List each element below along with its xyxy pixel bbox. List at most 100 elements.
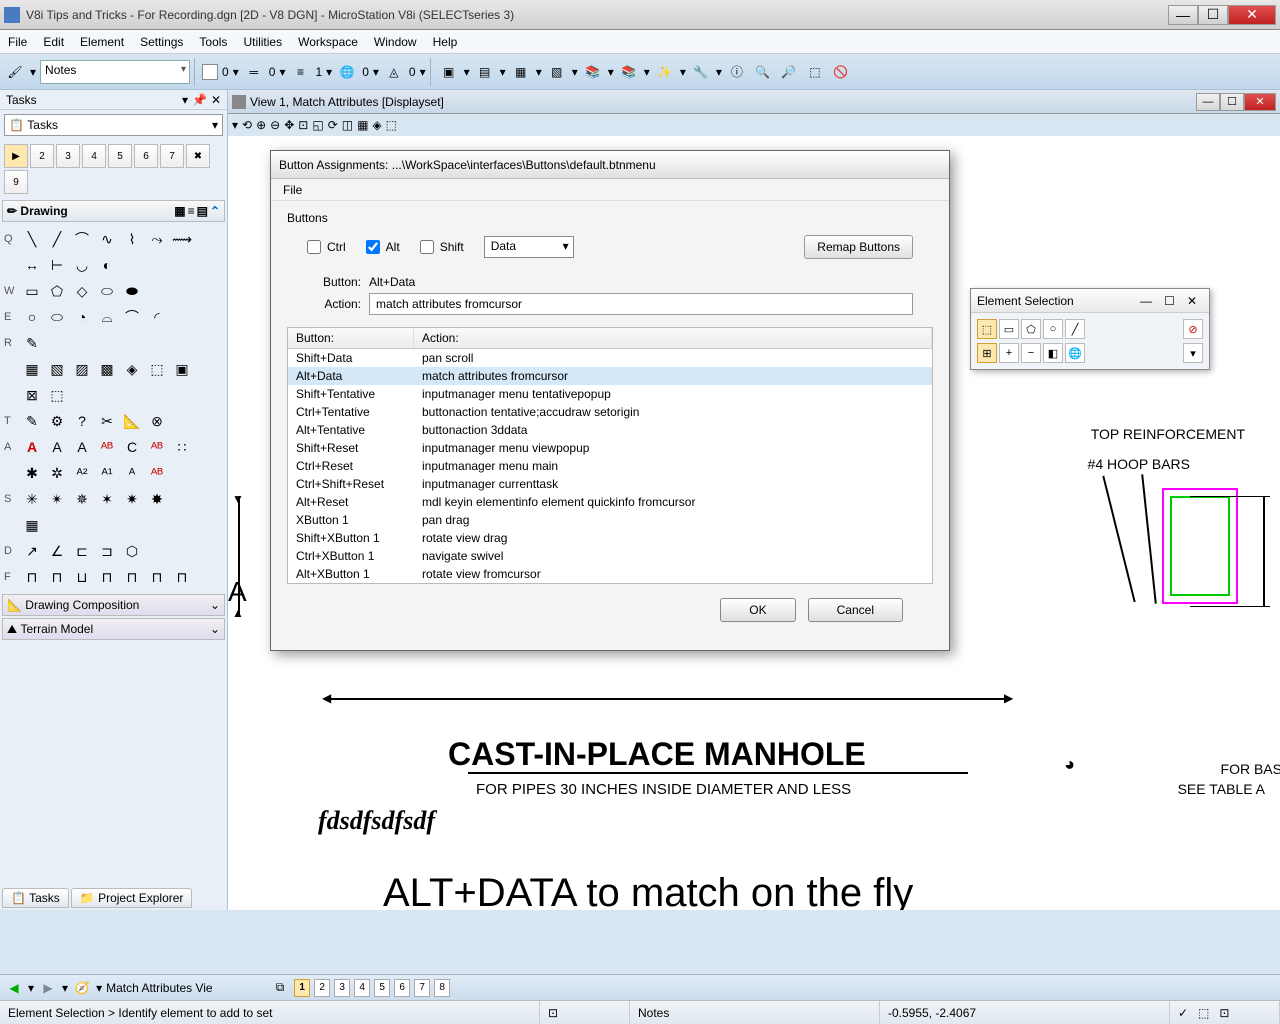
es-sub[interactable]: − xyxy=(1021,343,1041,363)
tb-icon-7[interactable]: ✨ xyxy=(654,61,676,83)
nav-back[interactable]: ◀ xyxy=(4,978,24,998)
minimize-button[interactable]: — xyxy=(1168,5,1198,25)
tasks-menu-icon[interactable]: ▾ xyxy=(182,93,188,107)
tool-4[interactable]: 4 xyxy=(82,144,106,168)
col-header-action[interactable]: Action: xyxy=(414,328,932,348)
es-block[interactable]: ▭ xyxy=(999,319,1019,339)
level-dropdown[interactable]: Notes xyxy=(40,60,190,84)
assignment-row[interactable]: Shift+Tentativeinputmanager menu tentati… xyxy=(288,385,932,403)
close-button[interactable]: ✕ xyxy=(1228,5,1276,25)
color-swatch[interactable] xyxy=(202,64,218,80)
info-icon[interactable]: ⓘ xyxy=(726,61,748,83)
tool-3[interactable]: 3 xyxy=(56,144,80,168)
tool-7[interactable]: 7 xyxy=(160,144,184,168)
cancel-icon[interactable]: 🚫 xyxy=(830,61,852,83)
menu-settings[interactable]: Settings xyxy=(140,35,183,49)
tb-icon-11[interactable]: ⬚ xyxy=(804,61,826,83)
col-header-button[interactable]: Button: xyxy=(288,328,414,348)
tb-icon-6[interactable]: 📚 xyxy=(618,61,640,83)
tool-combo[interactable]: Match Attributes Vie xyxy=(106,981,246,995)
assignment-row[interactable]: Shift+XButton 1rotate view drag xyxy=(288,529,932,547)
assignment-row[interactable]: Shift+Resetinputmanager menu viewpopup xyxy=(288,439,932,457)
nav-fwd[interactable]: ▶ xyxy=(38,978,58,998)
assignment-row[interactable]: XButton 1pan drag xyxy=(288,511,932,529)
dialog-menu-file[interactable]: File xyxy=(283,183,302,197)
es-new[interactable]: ⊞ xyxy=(977,343,997,363)
view-5[interactable]: 5 xyxy=(374,979,390,997)
tasks-pin-icon[interactable]: 📌 xyxy=(192,93,207,107)
es-handles[interactable]: ▾ xyxy=(1183,343,1203,363)
menu-utilities[interactable]: Utilities xyxy=(243,35,282,49)
tool-2[interactable]: 2 xyxy=(30,144,54,168)
menu-workspace[interactable]: Workspace xyxy=(298,35,358,49)
es-add[interactable]: + xyxy=(999,343,1019,363)
menu-file[interactable]: File xyxy=(8,35,27,49)
weight-icon[interactable]: ≡ xyxy=(289,61,311,83)
assignment-row[interactable]: Alt+XButton 1rotate view fromcursor xyxy=(288,565,932,583)
view-1[interactable]: 1 xyxy=(294,979,310,997)
view-minimize[interactable]: — xyxy=(1196,93,1220,111)
view-close[interactable]: ✕ xyxy=(1244,93,1276,111)
tb-icon-3[interactable]: ▦ xyxy=(510,61,532,83)
action-field-input[interactable] xyxy=(369,293,913,315)
tb-icon-10[interactable]: 🔎 xyxy=(778,61,800,83)
assignment-row[interactable]: Alt+Datamatch attributes fromcursor xyxy=(288,367,932,385)
assignment-row[interactable]: Alt+Tentativebuttonaction 3ddata xyxy=(288,421,932,439)
tb-icon-9[interactable]: 🔍 xyxy=(752,61,774,83)
rect-tool[interactable]: ▭ xyxy=(20,280,44,302)
es-invert[interactable]: ◧ xyxy=(1043,343,1063,363)
tool-9[interactable]: 9 xyxy=(4,170,28,194)
tasks-close-icon[interactable]: ✕ xyxy=(211,93,221,107)
es-close-icon[interactable]: ✕ xyxy=(1187,294,1197,308)
assignment-row[interactable]: Ctrl+Resetinputmanager menu main xyxy=(288,457,932,475)
tool-1[interactable]: ▶ xyxy=(4,144,28,168)
globe-icon[interactable]: 🌐 xyxy=(336,61,358,83)
view-3[interactable]: 3 xyxy=(334,979,350,997)
menu-help[interactable]: Help xyxy=(433,35,458,49)
view-maximize[interactable]: ☐ xyxy=(1220,93,1244,111)
es-line[interactable]: ╱ xyxy=(1065,319,1085,339)
assignment-row[interactable]: Ctrl+XButton 1navigate swivel xyxy=(288,547,932,565)
tab-tasks[interactable]: 📋 Tasks xyxy=(2,888,69,908)
status-level[interactable]: Notes xyxy=(630,1001,880,1024)
es-min-icon[interactable]: — xyxy=(1140,294,1152,308)
color-icon[interactable]: 🖌 xyxy=(4,61,26,83)
drawing-section-header[interactable]: ✏ Drawing ▦≡▤⌃ xyxy=(2,200,225,222)
tool-5[interactable]: 5 xyxy=(108,144,132,168)
view-6[interactable]: 6 xyxy=(394,979,410,997)
view-2[interactable]: 2 xyxy=(314,979,330,997)
menu-window[interactable]: Window xyxy=(374,35,417,49)
assignment-row[interactable]: Alt+Resetmdl keyin elementinfo element q… xyxy=(288,493,932,511)
compass-icon[interactable]: 🧭 xyxy=(72,978,92,998)
view-7[interactable]: 7 xyxy=(414,979,430,997)
tool-8[interactable]: ✖ xyxy=(186,144,210,168)
es-clear[interactable]: 🌐 xyxy=(1065,343,1085,363)
status-snap[interactable]: ⊡ xyxy=(540,1001,630,1024)
linestyle-icon[interactable]: ═ xyxy=(243,61,265,83)
es-individual[interactable]: ⬚ xyxy=(977,319,997,339)
menu-edit[interactable]: Edit xyxy=(43,35,64,49)
line-tool[interactable]: ╲ xyxy=(20,228,44,250)
es-max-icon[interactable]: ☐ xyxy=(1164,294,1175,308)
ok-button[interactable]: OK xyxy=(720,598,795,622)
menu-tools[interactable]: Tools xyxy=(199,35,227,49)
cancel-button[interactable]: Cancel xyxy=(808,598,903,622)
terrain-model-panel[interactable]: ⛰ Terrain Model xyxy=(2,618,225,640)
view-4[interactable]: 4 xyxy=(354,979,370,997)
tb-icon-4[interactable]: ▧ xyxy=(546,61,568,83)
button-combo[interactable]: Data xyxy=(484,236,574,258)
text-tool[interactable]: A xyxy=(20,436,44,458)
tb-icon-1[interactable]: ▣ xyxy=(438,61,460,83)
vt-icon[interactable]: ▾ xyxy=(232,118,238,132)
circle-tool[interactable]: ○ xyxy=(20,306,44,328)
es-circle[interactable]: ○ xyxy=(1043,319,1063,339)
view-groups-icon[interactable]: ⧉ xyxy=(270,978,290,998)
tb-icon-8[interactable]: 🔧 xyxy=(690,61,712,83)
tb-icon-5[interactable]: 📚 xyxy=(582,61,604,83)
assignment-row[interactable]: Ctrl+Shift+Resetinputmanager currenttask xyxy=(288,475,932,493)
status-icons[interactable]: ✓ ⬚ ⊡ xyxy=(1170,1001,1280,1024)
alt-checkbox[interactable]: Alt xyxy=(366,240,400,254)
tab-project-explorer[interactable]: 📁 Project Explorer xyxy=(71,888,193,908)
assignment-row[interactable]: Ctrl+Tentativebuttonaction tentative;acc… xyxy=(288,403,932,421)
remap-buttons-button[interactable]: Remap Buttons xyxy=(804,235,913,259)
